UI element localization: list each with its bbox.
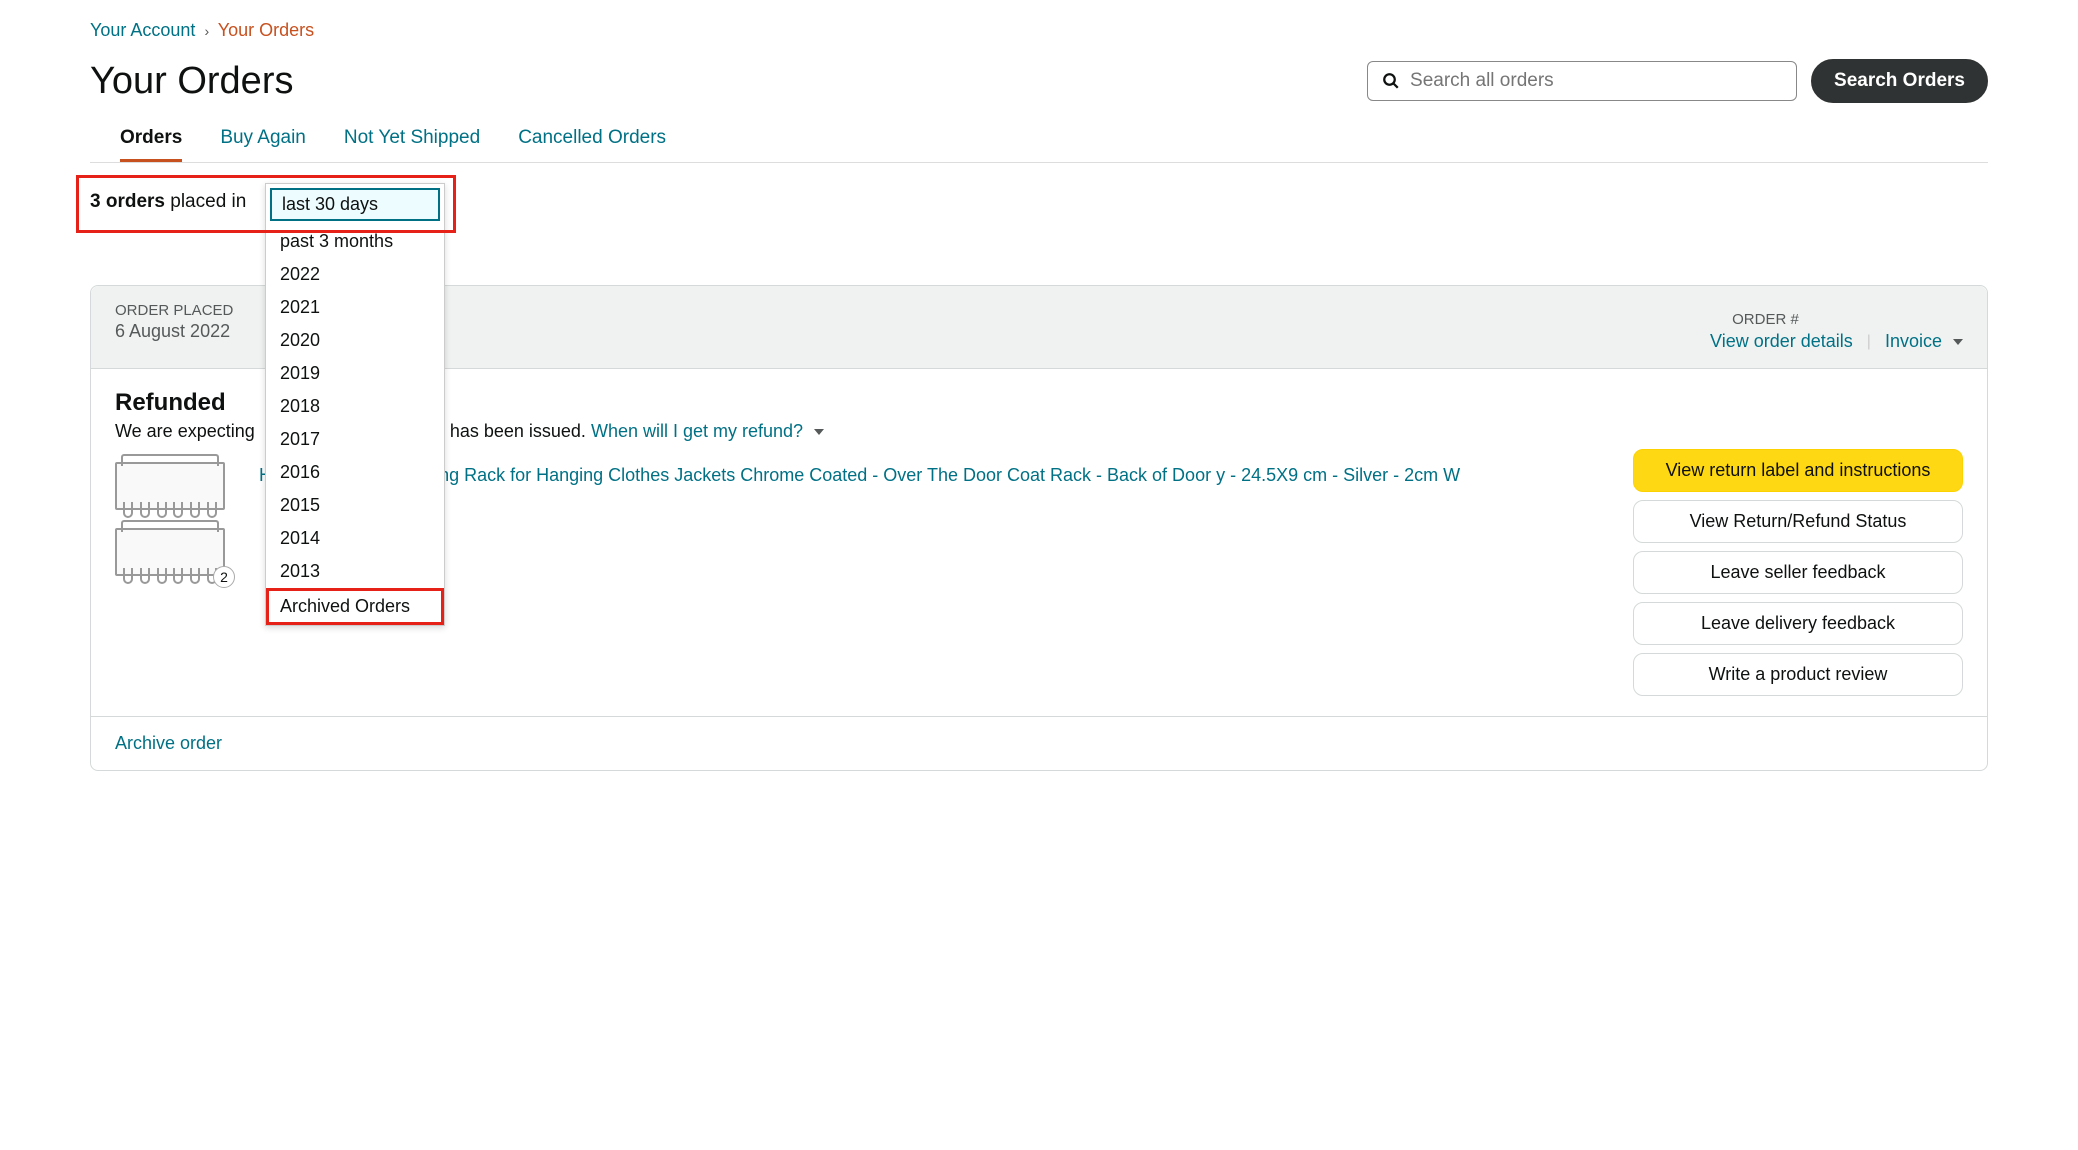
- write-product-review-button[interactable]: Write a product review: [1633, 653, 1963, 696]
- filter-count: 3 orders: [90, 191, 165, 212]
- page-title: Your Orders: [90, 60, 293, 103]
- view-refund-status-button[interactable]: View Return/Refund Status: [1633, 500, 1963, 543]
- leave-delivery-feedback-button[interactable]: Leave delivery feedback: [1633, 602, 1963, 645]
- search-box[interactable]: [1367, 61, 1797, 101]
- dropdown-option-2015[interactable]: 2015: [266, 489, 444, 522]
- dropdown-option-2013[interactable]: 2013: [266, 555, 444, 588]
- chevron-down-icon: [814, 429, 824, 435]
- dropdown-option-2022[interactable]: 2022: [266, 258, 444, 291]
- tab-cancelled[interactable]: Cancelled Orders: [518, 127, 666, 162]
- order-placed-date: 6 August 2022: [115, 321, 233, 342]
- ship-to-column: SHIP TO: [333, 302, 1710, 352]
- tab-buy-again[interactable]: Buy Again: [220, 127, 306, 162]
- leave-seller-feedback-button[interactable]: Leave seller feedback: [1633, 551, 1963, 594]
- dropdown-option-archived-orders[interactable]: Archived Orders: [266, 588, 444, 625]
- time-filter-dropdown[interactable]: last 30 days past 3 months 2022 2021 202…: [265, 183, 445, 626]
- product-image-rack-1: [115, 462, 225, 510]
- search-orders-button[interactable]: Search Orders: [1811, 59, 1988, 103]
- filter-placed-in: placed in: [170, 191, 246, 212]
- substatus-prefix: We are expecting: [115, 421, 255, 441]
- breadcrumb-current: Your Orders: [218, 20, 314, 40]
- order-footer: Archive order: [91, 716, 1987, 770]
- dropdown-option-past-3-months[interactable]: past 3 months: [266, 225, 444, 258]
- breadcrumb-account-link[interactable]: Your Account: [90, 20, 195, 40]
- dropdown-option-2014[interactable]: 2014: [266, 522, 444, 555]
- filter-row: 3 orders placed in last 30 days past 3 m…: [90, 183, 1988, 213]
- order-number-redacted: [1803, 302, 1963, 324]
- search-area: Search Orders: [1367, 59, 1988, 103]
- filter-summary: 3 orders placed in: [90, 191, 246, 213]
- search-input[interactable]: [1410, 70, 1782, 92]
- dropdown-option-last-30-days[interactable]: last 30 days: [270, 188, 440, 221]
- dropdown-option-2021[interactable]: 2021: [266, 291, 444, 324]
- page-header: Your Orders Search Orders: [90, 59, 1988, 103]
- order-tabs: Orders Buy Again Not Yet Shipped Cancell…: [90, 127, 1988, 163]
- chevron-down-icon: [1953, 339, 1963, 345]
- ship-to-label: SHIP TO: [333, 302, 1710, 319]
- order-number-column: ORDER # View order details | Invoice: [1710, 302, 1963, 352]
- breadcrumb-separator: ›: [204, 23, 209, 39]
- dropdown-option-2018[interactable]: 2018: [266, 390, 444, 423]
- link-divider: |: [1867, 333, 1871, 351]
- product-thumbnail[interactable]: 2: [115, 462, 235, 592]
- dropdown-option-2016[interactable]: 2016: [266, 456, 444, 489]
- order-actions: View return label and instructions View …: [1633, 449, 1963, 696]
- dropdown-option-2020[interactable]: 2020: [266, 324, 444, 357]
- tab-orders[interactable]: Orders: [120, 127, 182, 162]
- product-image-rack-2: [115, 528, 225, 576]
- tab-not-shipped[interactable]: Not Yet Shipped: [344, 127, 480, 162]
- dropdown-option-2017[interactable]: 2017: [266, 423, 444, 456]
- archive-order-link[interactable]: Archive order: [115, 733, 222, 753]
- dropdown-option-2019[interactable]: 2019: [266, 357, 444, 390]
- order-placed-label: ORDER PLACED: [115, 302, 233, 319]
- search-icon: [1382, 72, 1400, 90]
- order-number-label: ORDER #: [1732, 311, 1799, 328]
- breadcrumb: Your Account › Your Orders: [90, 20, 1988, 41]
- view-order-details-link[interactable]: View order details: [1710, 331, 1853, 352]
- order-placed-column: ORDER PLACED 6 August 2022: [115, 302, 233, 352]
- invoice-link[interactable]: Invoice: [1885, 331, 1963, 352]
- quantity-badge: 2: [213, 566, 235, 588]
- refund-faq-link[interactable]: When will I get my refund?: [591, 421, 803, 441]
- view-return-label-button[interactable]: View return label and instructions: [1633, 449, 1963, 492]
